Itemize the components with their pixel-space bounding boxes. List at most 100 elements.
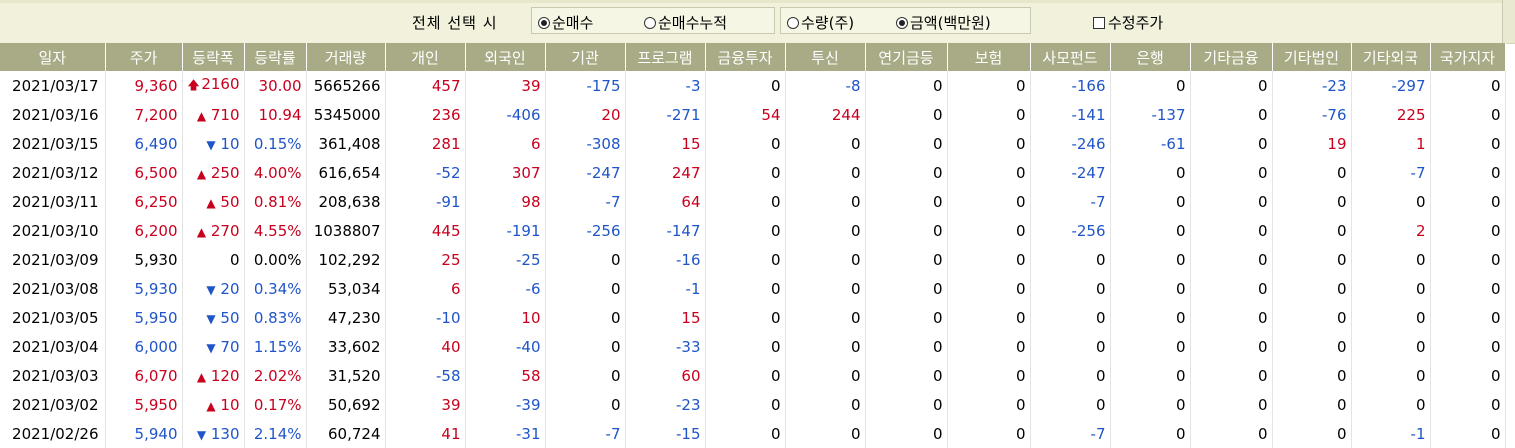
investor-net-cell: 0: [1351, 245, 1431, 274]
radio-amount[interactable]: 금액(백만원): [896, 12, 991, 33]
table-row[interactable]: 2021/03/09 5,930 0 0.00% 102,292 25 -25 0 -16 0 0 0…: [0, 245, 1506, 274]
table-row[interactable]: 2021/03/03 6,070 ▲ 120 2.02% 31,520 -58 58 0 60 0 0…: [0, 361, 1506, 390]
change-rate-cell: 0.83%: [244, 303, 307, 332]
column-header[interactable]: 기타법인: [1272, 43, 1352, 71]
date-cell: 2021/03/03: [0, 361, 106, 390]
price-cell: 5,950: [105, 390, 183, 419]
price-cell: 6,200: [105, 216, 183, 245]
change-rate-cell: 0.81%: [244, 187, 307, 216]
change-rate-cell: 30.00: [244, 71, 307, 100]
investor-net-cell: 0: [705, 245, 786, 274]
investor-net-cell: -25: [465, 245, 546, 274]
column-header[interactable]: 보험: [947, 43, 1031, 71]
table-row[interactable]: 2021/03/16 7,200 ▲ 710 10.94 5345000 236 -406 20…: [0, 100, 1506, 129]
investor-net-cell: 0: [865, 274, 948, 303]
radio-unchecked-icon: [787, 17, 799, 29]
radio-net-buy-cumulative[interactable]: 순매수누적: [644, 12, 727, 33]
table-row[interactable]: 2021/03/15 6,490 ▼ 10 0.15% 361,408 281 6 -308 15…: [0, 129, 1506, 158]
investor-net-cell: 0: [1272, 245, 1352, 274]
investor-net-cell: 0: [1430, 129, 1506, 158]
date-cell: 2021/03/10: [0, 216, 106, 245]
table-row[interactable]: 2021/03/17 9,360 🡅 2160 30.00 5665266 457 39 -17…: [0, 71, 1506, 100]
investor-net-cell: -3: [625, 71, 706, 100]
column-header[interactable]: 금융투자: [705, 43, 786, 71]
investor-net-cell: -271: [625, 100, 706, 129]
investor-net-cell: -247: [545, 158, 626, 187]
investor-net-cell: 0: [1030, 245, 1111, 274]
investor-net-cell: 0: [1430, 332, 1506, 361]
table-row[interactable]: 2021/02/26 5,940 ▼ 130 2.14% 60,724 41 -31 -7 -15…: [0, 419, 1506, 448]
column-header[interactable]: 사모펀드: [1030, 43, 1111, 71]
column-header[interactable]: 기타외국: [1351, 43, 1431, 71]
price-cell: 7,200: [105, 100, 183, 129]
table-row[interactable]: 2021/03/05 5,950 ▼ 50 0.83% 47,230 -10 10 0 15 0 0 0…: [0, 303, 1506, 332]
column-header[interactable]: 은행: [1110, 43, 1191, 71]
date-cell: 2021/03/05: [0, 303, 106, 332]
investor-net-cell: 0: [1190, 303, 1273, 332]
column-header[interactable]: 주가: [105, 43, 183, 71]
investor-net-cell: 0: [1190, 274, 1273, 303]
change-value: 710: [210, 105, 240, 124]
column-header[interactable]: 국가지자: [1430, 43, 1506, 71]
investor-net-cell: 0: [1110, 216, 1191, 245]
table-row[interactable]: 2021/03/12 6,500 ▲ 250 4.00% 616,654 -52 307 -24…: [0, 158, 1506, 187]
investor-net-cell: 0: [705, 71, 786, 100]
price-cell: 5,950: [105, 303, 183, 332]
investor-net-cell: -91: [385, 187, 466, 216]
column-header[interactable]: 일자: [0, 43, 106, 71]
volume-cell: 361,408: [306, 129, 386, 158]
investor-net-cell: 2: [1351, 216, 1431, 245]
trade-type-radio-group: 순매수 순매수누적: [531, 7, 775, 34]
radio-net-buy[interactable]: 순매수: [538, 12, 593, 33]
column-header[interactable]: 연기금등: [865, 43, 948, 71]
change-cell: ▼ 20: [182, 274, 245, 303]
investor-net-cell: -191: [465, 216, 546, 245]
table-row[interactable]: 2021/03/02 5,950 ▲ 10 0.17% 50,692 39 -39 0 -23 0 0…: [0, 390, 1506, 419]
table-row[interactable]: 2021/03/11 6,250 ▲ 50 0.81% 208,638 -91 98 -7 64 0…: [0, 187, 1506, 216]
investor-net-cell: -175: [545, 71, 626, 100]
radio-quantity[interactable]: 수량(주): [787, 12, 854, 33]
column-header[interactable]: 등락률: [244, 43, 307, 71]
investor-net-cell: 0: [947, 390, 1031, 419]
column-header[interactable]: 거래량: [306, 43, 386, 71]
investor-net-cell: 0: [1030, 390, 1111, 419]
column-header[interactable]: 외국인: [465, 43, 546, 71]
volume-cell: 50,692: [306, 390, 386, 419]
investor-net-cell: 0: [1430, 71, 1506, 100]
investor-net-cell: 0: [1110, 158, 1191, 187]
investor-net-cell: 0: [1110, 274, 1191, 303]
investor-net-cell: 0: [705, 361, 786, 390]
investor-net-cell: 0: [1190, 216, 1273, 245]
down-triangle-icon: ▼: [196, 427, 207, 442]
investor-net-cell: 0: [705, 274, 786, 303]
date-cell: 2021/03/02: [0, 390, 106, 419]
down-triangle-icon: ▼: [206, 282, 216, 297]
investor-net-cell: 0: [1110, 419, 1191, 448]
investor-net-cell: 0: [1351, 361, 1431, 390]
investor-net-cell: -256: [1030, 216, 1111, 245]
investor-net-cell: 0: [865, 390, 948, 419]
investor-net-cell: 0: [1430, 274, 1506, 303]
investor-net-cell: -23: [1272, 71, 1352, 100]
change-rate-cell: 0.34%: [244, 274, 307, 303]
column-header[interactable]: 기타금융: [1190, 43, 1273, 71]
investor-net-cell: 0: [785, 216, 866, 245]
price-cell: 6,000: [105, 332, 183, 361]
date-cell: 2021/02/26: [0, 419, 106, 448]
column-header[interactable]: 등락폭: [182, 43, 245, 71]
column-header[interactable]: 개인: [385, 43, 466, 71]
table-row[interactable]: 2021/03/04 6,000 ▼ 70 1.15% 33,602 40 -40 0 -33 0 0…: [0, 332, 1506, 361]
investor-net-cell: 0: [865, 361, 948, 390]
column-header[interactable]: 프로그램: [625, 43, 706, 71]
change-rate-cell: 4.55%: [244, 216, 307, 245]
date-cell: 2021/03/11: [0, 187, 106, 216]
change-cell: ▲ 710: [182, 100, 245, 129]
table-row[interactable]: 2021/03/10 6,200 ▲ 270 4.55% 1038807 445 -191 -2…: [0, 216, 1506, 245]
column-header[interactable]: 기관: [545, 43, 626, 71]
column-header[interactable]: 투신: [785, 43, 866, 71]
investor-net-cell: 0: [1272, 274, 1352, 303]
adjusted-price-checkbox[interactable]: 수정주가: [1093, 12, 1163, 33]
investor-net-cell: 244: [785, 100, 866, 129]
table-row[interactable]: 2021/03/08 5,930 ▼ 20 0.34% 53,034 6 -6 0 -1 0 0 0 0 0…: [0, 274, 1506, 303]
investor-net-cell: 39: [385, 390, 466, 419]
